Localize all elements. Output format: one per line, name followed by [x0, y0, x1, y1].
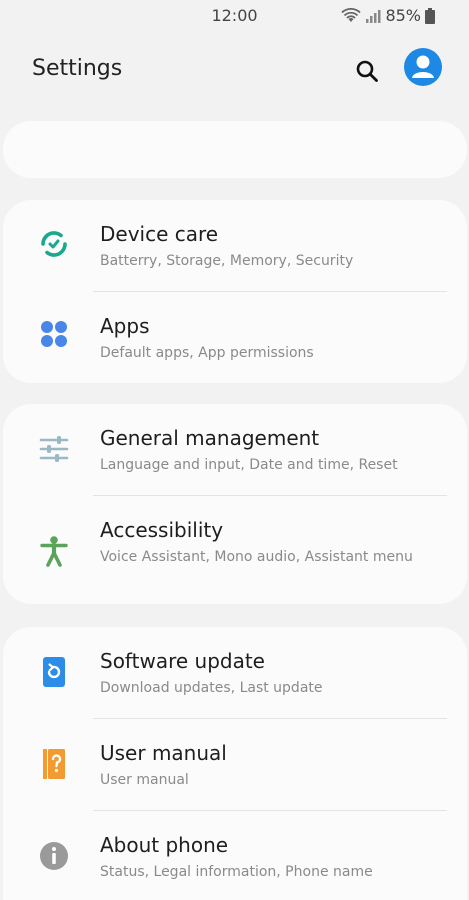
item-subtitle: User manual — [100, 772, 189, 788]
software-update-icon — [37, 655, 71, 689]
settings-item-software-update[interactable]: Software update Download updates, Last u… — [3, 627, 467, 718]
item-title: User manual — [100, 741, 227, 765]
settings-item-device-care[interactable]: Device care Batterry, Storage, Memory, S… — [3, 200, 467, 291]
sliders-icon — [37, 432, 71, 466]
item-title: Accessibility — [100, 518, 224, 542]
item-subtitle: Language and input, Date and time, Reset — [100, 457, 398, 473]
item-title: About phone — [100, 833, 229, 857]
item-subtitle: Status, Legal information, Phone name — [100, 864, 373, 880]
item-title: Software update — [100, 649, 265, 673]
item-subtitle: Download updates, Last update — [100, 680, 323, 696]
item-title: General management — [100, 426, 320, 450]
battery-percent: 85% — [385, 6, 421, 25]
settings-item-apps[interactable]: Apps Default apps, App permissions — [3, 292, 467, 383]
settings-group-1: Device care Batterry, Storage, Memory, S… — [3, 200, 467, 383]
item-subtitle: Default apps, App permissions — [100, 345, 314, 361]
status-icons: 85% — [341, 6, 435, 25]
settings-item-user-manual[interactable]: User manual User manual — [3, 719, 467, 810]
item-title: Apps — [100, 314, 150, 338]
app-header: Settings — [0, 48, 469, 92]
settings-group-2: General management Language and input, D… — [3, 404, 467, 604]
signal-icon — [366, 9, 381, 23]
search-bar[interactable] — [3, 121, 467, 178]
apps-icon — [37, 317, 71, 351]
page-title: Settings — [32, 56, 123, 81]
item-subtitle: Voice Assistant, Mono audio, Assistant m… — [100, 549, 413, 565]
wifi-icon — [341, 7, 362, 22]
info-icon — [37, 839, 71, 873]
device-care-icon — [37, 227, 71, 261]
status-bar: 12:00 85% — [0, 0, 469, 34]
battery-icon — [425, 7, 435, 24]
settings-group-3: Software update Download updates, Last u… — [3, 627, 467, 900]
search-button[interactable] — [350, 54, 384, 88]
settings-item-general-management[interactable]: General management Language and input, D… — [3, 404, 467, 495]
item-title: Device care — [100, 222, 219, 246]
search-icon — [356, 60, 378, 82]
item-subtitle: Batterry, Storage, Memory, Security — [100, 253, 354, 269]
accessibility-icon — [37, 534, 71, 568]
user-manual-icon — [37, 747, 71, 781]
settings-item-accessibility[interactable]: Accessibility Voice Assistant, Mono audi… — [3, 496, 467, 604]
profile-button[interactable] — [404, 48, 442, 86]
avatar-icon — [412, 55, 434, 78]
settings-item-about-phone[interactable]: About phone Status, Legal information, P… — [3, 811, 467, 900]
